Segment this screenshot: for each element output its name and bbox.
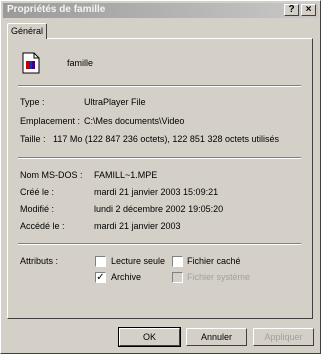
- ok-button[interactable]: OK: [118, 327, 181, 347]
- modified-label: Modifié :: [20, 204, 55, 214]
- hidden-checkbox[interactable]: [172, 256, 183, 267]
- modified-value: lundi 2 décembre 2002 19:05:20: [94, 204, 224, 214]
- file-icon: [22, 52, 40, 74]
- msdos-label: Nom MS-DOS :: [20, 170, 83, 180]
- location-value: C:\Mes documents\Video: [84, 116, 185, 126]
- apply-button: Appliquer: [253, 328, 314, 346]
- window-title: Propriétés de famille: [7, 4, 106, 15]
- properties-dialog: Propriétés de famille ? × Général famill…: [0, 0, 321, 354]
- close-button[interactable]: ×: [301, 4, 316, 16]
- readonly-checkbox[interactable]: [95, 256, 106, 267]
- separator: [18, 85, 301, 87]
- cancel-button[interactable]: Annuler: [186, 328, 247, 346]
- separator: [18, 243, 301, 245]
- separator: [18, 157, 301, 159]
- hidden-label[interactable]: Fichier caché: [187, 256, 241, 266]
- accessed-value: mardi 21 janvier 2003: [94, 221, 181, 231]
- archive-label[interactable]: Archive: [111, 272, 141, 282]
- location-label: Emplacement :: [20, 116, 81, 126]
- readonly-label[interactable]: Lecture seule: [111, 256, 165, 266]
- system-checkbox: [172, 272, 183, 283]
- title-bar[interactable]: Propriétés de famille ? ×: [3, 3, 318, 18]
- help-button[interactable]: ?: [284, 4, 299, 16]
- type-label: Type :: [20, 97, 45, 107]
- msdos-value: FAMILL~1.MPE: [94, 170, 158, 180]
- attributes-label: Attributs :: [20, 256, 59, 266]
- file-name: famille: [67, 58, 94, 68]
- size-value: 117 Mo (122 847 236 octets), 122 851 328…: [53, 134, 279, 144]
- system-label: Fichier système: [187, 272, 251, 282]
- type-value: UltraPlayer File: [84, 97, 146, 107]
- archive-checkbox[interactable]: ✓: [95, 272, 106, 283]
- size-label: Taille :: [20, 134, 46, 144]
- created-value: mardi 21 janvier 2003 15:09:21: [94, 187, 219, 197]
- created-label: Créé le :: [20, 187, 55, 197]
- accessed-label: Accédé le :: [20, 221, 65, 231]
- tab-general[interactable]: Général: [7, 23, 47, 39]
